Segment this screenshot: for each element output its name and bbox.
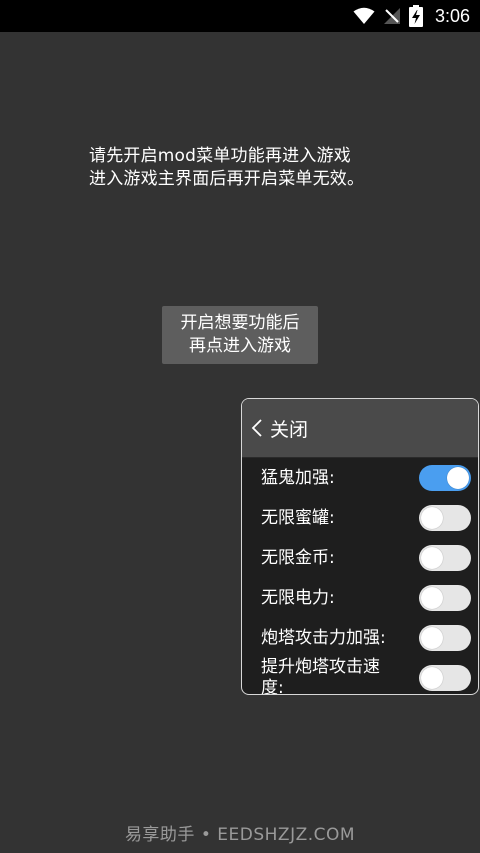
option-row-turret-speed: 提升炮塔攻击速度: [261,657,471,695]
battery-charging-icon [408,5,423,27]
status-time: 3:06 [434,5,470,26]
status-bar: 3:06 [0,0,480,32]
status-icons: 3:06 [353,0,470,32]
power-toggle[interactable] [419,585,471,611]
option-label: 炮塔攻击力加强: [261,627,386,648]
option-row-ghost-boost: 猛鬼加强: [261,465,471,491]
instruction-text: 请先开启mod菜单功能再进入游戏 进入游戏主界面后再开启菜单无效。 [89,145,429,191]
option-row-gold: 无限金币: [261,545,471,571]
instruction-line-2: 进入游戏主界面后再开启菜单无效。 [89,169,365,189]
turret-attack-toggle[interactable] [419,625,471,651]
option-label: 无限金币: [261,547,335,568]
enter-game-button-line-1: 开启想要功能后 [180,313,300,333]
option-row-turret-attack: 炮塔攻击力加强: [261,625,471,651]
no-signal-icon [383,7,401,25]
option-label: 无限电力: [261,587,335,608]
option-row-honey-jar: 无限蜜罐: [261,505,471,531]
wifi-icon [353,7,375,25]
turret-speed-toggle[interactable] [419,665,471,691]
option-label: 无限蜜罐: [261,507,335,528]
enter-game-button-line-2: 再点进入游戏 [189,336,291,356]
honey-jar-toggle[interactable] [419,505,471,531]
watermark: 易享助手 • EEDSHZJZ.COM [124,825,356,845]
option-label: 提升炮塔攻击速度: [261,657,380,695]
close-label: 关闭 [270,418,309,441]
chevron-left-icon [250,418,264,438]
option-row-power: 无限电力: [261,585,471,611]
mod-menu-panel: 关闭 猛鬼加强: 无限蜜罐: 无限金币: 无限电力: 炮塔攻击力加强: 提升炮塔… [241,398,479,695]
instruction-line-1: 请先开启mod菜单功能再进入游戏 [89,146,351,166]
option-label: 猛鬼加强: [261,467,335,488]
ghost-boost-toggle[interactable] [419,465,471,491]
enter-game-button[interactable]: 开启想要功能后 再点进入游戏 [162,306,318,364]
gold-toggle[interactable] [419,545,471,571]
close-menu-button[interactable]: 关闭 [242,399,478,458]
